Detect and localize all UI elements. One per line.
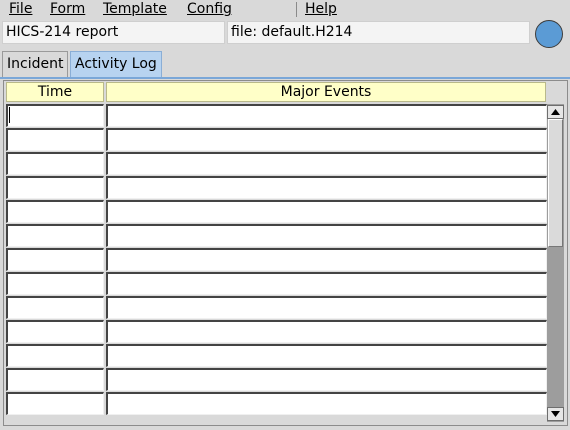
- time-cell[interactable]: [6, 224, 104, 247]
- major-event-cell[interactable]: [106, 320, 547, 343]
- major-event-cell[interactable]: [106, 128, 547, 151]
- major-event-cell[interactable]: [106, 224, 547, 247]
- menu-help[interactable]: Help: [305, 0, 337, 19]
- time-cell[interactable]: [6, 296, 104, 319]
- scrollbar-thumb[interactable]: [548, 119, 563, 247]
- triangle-up-icon: [551, 109, 560, 115]
- time-cell[interactable]: [6, 128, 104, 151]
- major-event-cell[interactable]: [106, 176, 547, 199]
- menu-file[interactable]: File: [9, 0, 32, 19]
- time-cell[interactable]: [6, 176, 104, 199]
- menu-help-label: Help: [305, 1, 337, 17]
- time-cell[interactable]: [6, 248, 104, 271]
- scroll-down-button[interactable]: [547, 407, 564, 421]
- major-event-cell[interactable]: [106, 368, 547, 391]
- menu-config-label: Config: [187, 1, 232, 17]
- scroll-up-button[interactable]: [547, 105, 564, 119]
- major-event-cell[interactable]: [106, 248, 547, 271]
- menu-config[interactable]: Config: [187, 0, 232, 19]
- menu-template-label: Template: [103, 1, 167, 17]
- major-event-cell[interactable]: [106, 344, 547, 367]
- major-event-cell[interactable]: [106, 152, 547, 175]
- time-cell[interactable]: [6, 344, 104, 367]
- major-event-cell[interactable]: [106, 104, 547, 127]
- major-event-cell[interactable]: [106, 392, 547, 415]
- time-cell[interactable]: [6, 104, 104, 127]
- triangle-down-icon: [551, 411, 560, 417]
- tab-incident-label: Incident: [7, 56, 64, 72]
- tab-incident[interactable]: Incident: [2, 51, 68, 77]
- status-light-icon: [535, 20, 563, 48]
- time-cell[interactable]: [6, 200, 104, 223]
- menu-form-label: Form: [50, 1, 86, 17]
- column-header-major-events[interactable]: Major Events: [106, 82, 546, 102]
- time-cell[interactable]: [6, 272, 104, 295]
- menu-separator: [296, 2, 297, 17]
- menu-bar: File Form Template Config Help: [0, 0, 570, 19]
- text-caret: [9, 107, 10, 123]
- tab-divider: [0, 77, 570, 79]
- time-cell[interactable]: [6, 392, 104, 415]
- major-event-cell[interactable]: [106, 272, 547, 295]
- time-cell[interactable]: [6, 152, 104, 175]
- report-title-field[interactable]: HICS-214 report: [2, 21, 225, 44]
- major-event-cell[interactable]: [106, 296, 547, 319]
- column-header-time[interactable]: Time: [6, 82, 104, 102]
- file-name-field: file: default.H214: [227, 21, 530, 44]
- time-cell[interactable]: [6, 320, 104, 343]
- menu-file-label: File: [9, 1, 33, 17]
- menu-form[interactable]: Form: [50, 0, 85, 19]
- menu-template[interactable]: Template: [103, 0, 167, 19]
- tab-activity-log-label: Activity Log: [75, 56, 157, 72]
- tab-activity-log[interactable]: Activity Log: [70, 51, 162, 77]
- time-cell[interactable]: [6, 368, 104, 391]
- major-event-cell[interactable]: [106, 200, 547, 223]
